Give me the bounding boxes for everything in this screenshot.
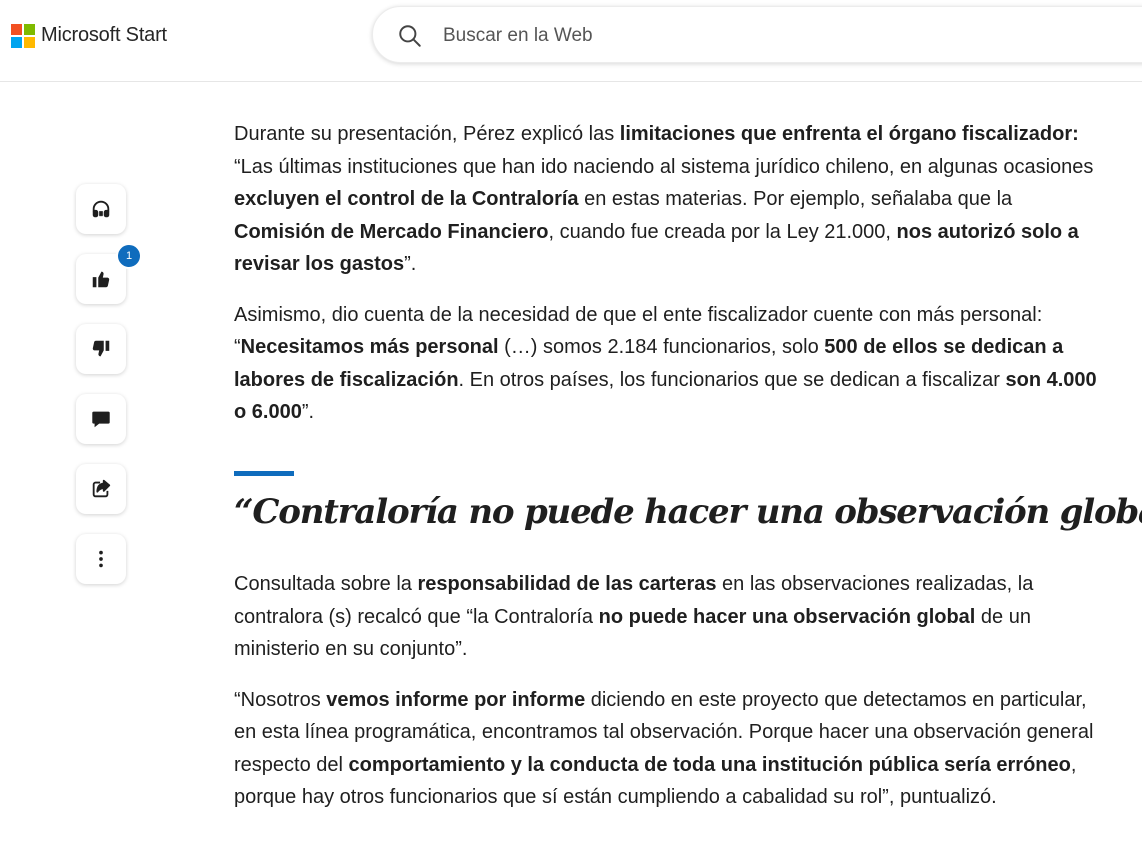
text-span: ”.	[301, 401, 315, 423]
text-span: Consultada sobre la	[234, 573, 418, 595]
text-span: “Las últimas instituciones que han ido n…	[234, 155, 1094, 178]
text-span: en estas materias. Por ejemplo, señalaba…	[578, 188, 1013, 210]
bold-span: limitaciones que enfrenta el órgano fisc…	[619, 123, 1079, 145]
bold-span: Necesitamos más personal	[240, 336, 499, 358]
bold-span: comportamiento y la conducta de toda una…	[348, 753, 1071, 776]
paragraph-3: Consultada sobre la responsabilidad de l…	[234, 568, 1104, 666]
paragraph-4: “Nosotros vemos informe por informe dici…	[234, 684, 1104, 814]
text-span: (…) somos 2.184 funcionarios, solo	[498, 336, 825, 358]
search-input[interactable]	[443, 22, 1043, 50]
bold-span: Comisión de Mercado Financiero	[234, 220, 549, 243]
microsoft-logo-icon	[11, 23, 35, 48]
article-body-continued: Consultada sobre la responsabilidad de l…	[234, 568, 1104, 814]
headphones-icon	[92, 200, 110, 218]
more-options-button[interactable]	[76, 534, 126, 584]
text-span: “Nosotros	[234, 688, 327, 711]
share-button[interactable]	[76, 464, 126, 514]
text-span: , cuando fue creada por la Ley 21.000,	[548, 220, 897, 243]
bold-span: excluyen el control de la Contraloría	[234, 188, 579, 210]
text-span: . En otros países, los funcionarios que …	[458, 368, 1006, 391]
comment-button[interactable]	[76, 394, 126, 444]
bold-span: vemos informe por informe	[326, 688, 586, 711]
listen-button[interactable]	[76, 184, 126, 234]
bold-span: responsabilidad de las carteras	[417, 573, 717, 595]
thumbs-down-icon	[92, 340, 110, 357]
section-heading: “Contraloría no puede hacer una observac…	[234, 492, 1142, 532]
like-count-badge: 1	[116, 243, 142, 269]
comment-icon	[92, 411, 110, 428]
share-icon	[92, 479, 111, 498]
dislike-button[interactable]	[76, 324, 126, 374]
article-body: Durante su presentación, Pérez explicó l…	[234, 118, 1104, 429]
search-icon[interactable]	[397, 23, 423, 49]
thumbs-up-icon	[92, 271, 110, 288]
text-span: Durante su presentación, Pérez explicó l…	[234, 123, 620, 145]
search-bar[interactable]	[372, 6, 1142, 63]
bold-span: no puede hacer una observación global	[598, 605, 976, 628]
brand-name: Microsoft Start	[41, 24, 167, 46]
more-vertical-icon	[99, 550, 103, 568]
paragraph-2: Asimismo, dio cuenta de la necesidad de …	[234, 299, 1104, 429]
paragraph-1: Durante su presentación, Pérez explicó l…	[234, 118, 1104, 281]
text-span: ”.	[404, 253, 417, 275]
section-accent-bar	[234, 471, 294, 476]
top-header: Microsoft Start	[0, 0, 1142, 82]
brand-link[interactable]: Microsoft Start	[11, 23, 167, 48]
